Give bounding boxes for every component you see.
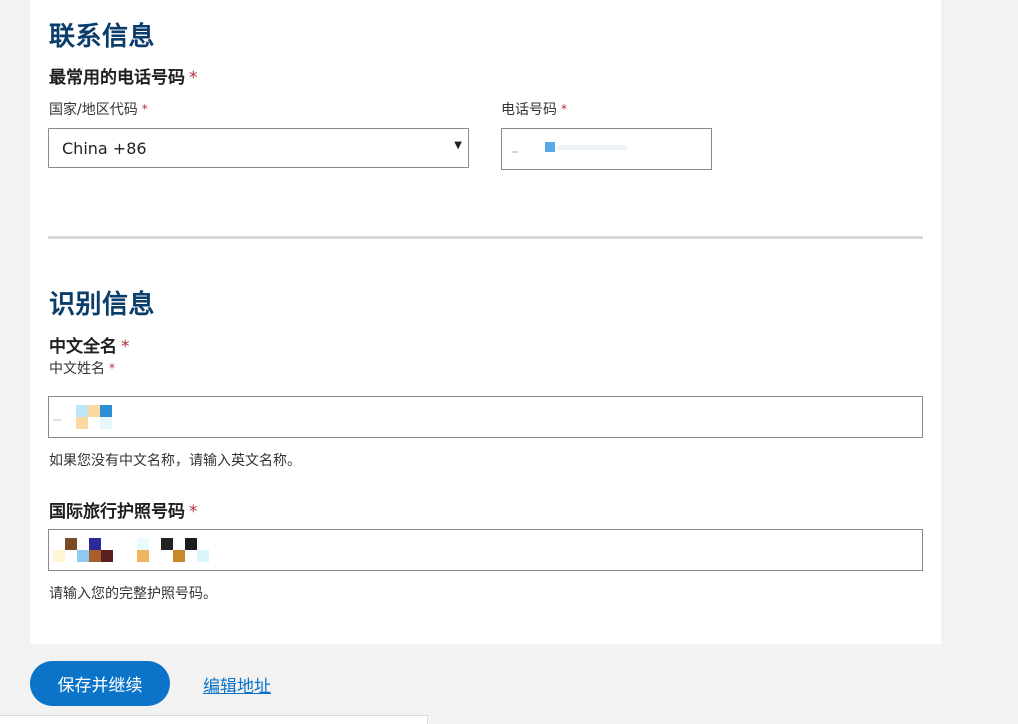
chinese-name-label-text: 中文姓名 xyxy=(49,361,105,377)
required-asterisk: * xyxy=(189,68,198,88)
phone-number-label-text: 电话号码 xyxy=(501,102,557,118)
chevron-down-icon: ▼ xyxy=(454,140,462,151)
country-code-select[interactable]: China +86 ▼ xyxy=(48,128,469,168)
chinese-name-input[interactable] xyxy=(48,396,923,438)
chinese-full-name-title-text: 中文全名 xyxy=(49,337,117,357)
next-panel-edge xyxy=(0,715,428,724)
chinese-full-name-title: 中文全名 * xyxy=(49,332,130,357)
required-asterisk: * xyxy=(121,337,130,357)
passport-number-title-text: 国际旅行护照号码 xyxy=(49,502,185,522)
passport-number-input[interactable] xyxy=(48,529,923,571)
required-asterisk: * xyxy=(141,102,148,116)
country-code-selected-value: China +86 xyxy=(62,139,147,158)
chinese-name-label: 中文姓名 * xyxy=(49,358,115,378)
country-code-label: 国家/地区代码 * xyxy=(49,99,148,119)
phone-number-label: 电话号码 * xyxy=(501,99,567,119)
phone-number-input[interactable] xyxy=(501,128,712,170)
passport-number-title: 国际旅行护照号码 * xyxy=(49,497,198,522)
edit-address-link[interactable]: 编辑地址 xyxy=(203,672,271,697)
passport-help-text: 请输入您的完整护照号码。 xyxy=(49,586,217,602)
save-and-continue-button[interactable]: 保存并继续 xyxy=(30,661,170,706)
required-asterisk: * xyxy=(189,502,198,522)
contact-section-title: 联系信息 xyxy=(49,22,156,52)
required-asterisk: * xyxy=(561,102,567,116)
chinese-name-help-text: 如果您没有中文名称，请输入英文名称。 xyxy=(49,453,301,469)
country-code-label-text: 国家/地区代码 xyxy=(49,102,138,118)
section-divider xyxy=(48,236,923,239)
phone-field-title-text: 最常用的电话号码 xyxy=(49,68,185,88)
identity-section-title: 识别信息 xyxy=(49,290,156,320)
phone-field-title: 最常用的电话号码 * xyxy=(49,63,198,88)
form-card: 联系信息 最常用的电话号码 * 国家/地区代码 * China +86 ▼ 电话号码… xyxy=(30,0,941,644)
required-asterisk: * xyxy=(109,361,115,375)
